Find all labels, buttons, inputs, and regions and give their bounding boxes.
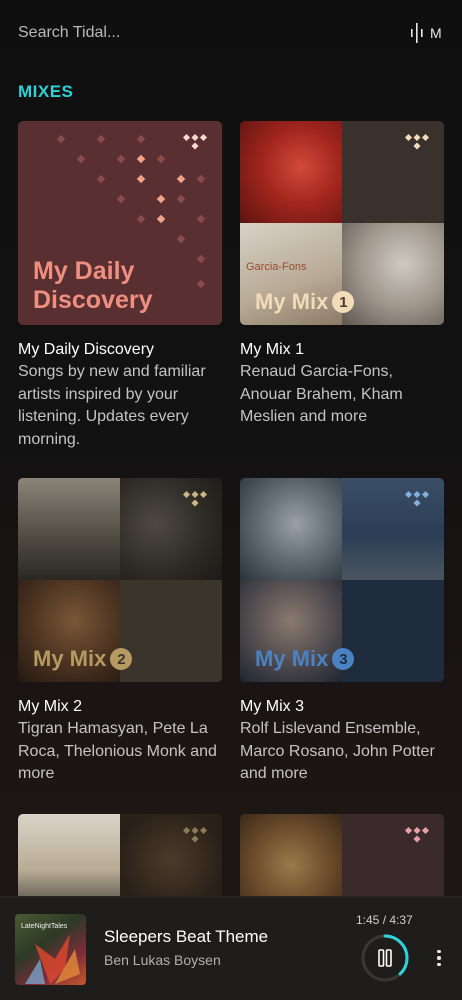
artist-photo [342,580,444,682]
artist-photo [240,121,342,223]
card-title: My Daily Discovery [18,341,155,358]
daily-discovery-artwork: My Daily Discovery [18,121,222,325]
tidal-logo-icon [182,133,208,150]
card-description: Songs by new and familiar artists inspir… [18,363,206,448]
my-mix-2-artwork: My Mix 2 [18,478,222,682]
album-cover-text: Garcia-Fons [246,261,307,273]
card-title: My Mix 3 [240,698,304,715]
playback-time: 1:45 / 4:37 [356,913,413,927]
tidal-logo-icon [404,490,430,507]
tidal-logo-icon [182,826,208,843]
daily-discovery-label: My Daily Discovery [33,257,153,314]
top-bar: Search Tidal... M [0,0,462,68]
more-options-button[interactable] [432,944,446,972]
artist-photo [18,478,120,580]
section-title: MIXES [18,82,74,101]
more-dot-icon [437,949,441,954]
track-artist[interactable]: Ben Lukas Boysen [104,952,221,968]
pause-icon [378,949,392,967]
art-label-text: My Mix [255,289,329,314]
art-label-text: My Mix [33,646,107,671]
card-description: Tigran Hamasyan, Pete La Roca, Theloniou… [18,720,217,782]
profile-initial: M [430,25,442,41]
my-mix-1-artwork: Garcia-Fons My Mix 1 [240,121,444,325]
artist-photo [120,580,222,682]
art-label-text: My Mix [255,646,329,671]
pause-button[interactable] [360,933,410,983]
my-mix-3-label: My Mix 3 [255,646,355,672]
my-mix-3-artwork: My Mix 3 [240,478,444,682]
card-title: My Mix 1 [240,341,304,358]
tidal-logo-icon [404,826,430,843]
mix-card-my-mix-3[interactable]: My Mix 3 My Mix 3 Rolf Lislevand Ensembl… [240,478,444,786]
now-playing-album-art[interactable]: LateNightTales [15,914,86,985]
more-dot-icon [437,956,441,960]
search-input[interactable]: Search Tidal... [18,24,120,42]
mix-card-my-mix-2[interactable]: My Mix 2 My Mix 2 Tigran Hamasyan, Pete … [18,478,222,786]
tidal-logo-icon [182,490,208,507]
mix-number-badge: 1 [332,291,355,313]
card-title: My Mix 2 [18,698,82,715]
card-description: Rolf Lislevand Ensemble, Marco Rosano, J… [240,720,435,782]
mix-number-badge: 2 [110,648,133,670]
equalizer-icon [411,23,423,43]
album-art-graphic [25,934,80,984]
tidal-logo-icon [404,133,430,150]
track-title[interactable]: Sleepers Beat Theme [104,927,268,947]
profile-button[interactable]: M [408,18,448,48]
card-description: Renaud Garcia-Fons, Anouar Brahem, Kham … [240,363,403,425]
mix-card-daily-discovery[interactable]: My Daily Discovery My Daily Discovery So… [18,121,222,451]
mix-card-my-mix-1[interactable]: Garcia-Fons My Mix 1 My Mix 1 Renaud Gar… [240,121,444,429]
my-mix-2-label: My Mix 2 [33,646,133,672]
artist-photo [342,223,444,325]
more-dot-icon [437,962,441,967]
my-mix-1-label: My Mix 1 [255,289,355,315]
mix-number-badge: 3 [332,648,355,670]
artist-photo [240,478,342,580]
